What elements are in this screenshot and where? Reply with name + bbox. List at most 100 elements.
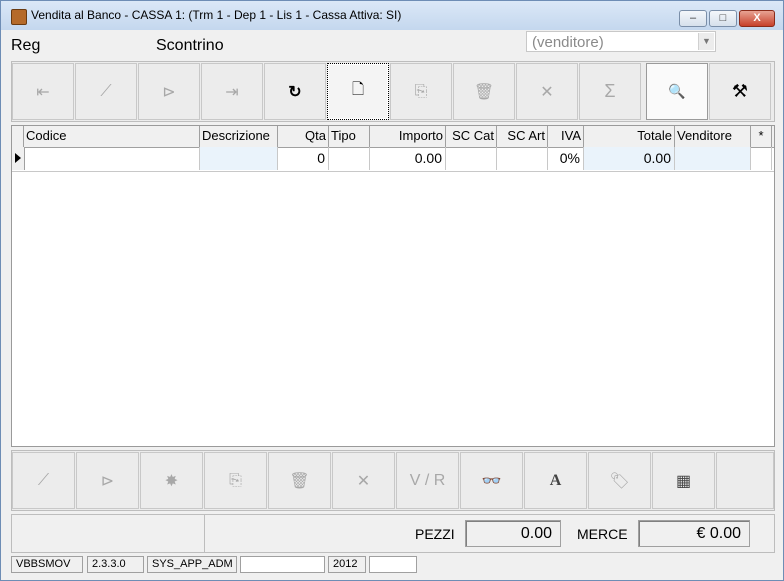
first-icon: ⇤ [36,83,50,101]
col-header-importo[interactable]: Importo [370,126,446,147]
reg-label: Reg [11,37,41,54]
trash-icon: 🗑 [289,472,310,490]
sales-grid[interactable]: Codice Descrizione Qta Tipo Importo SC C… [11,125,775,447]
scontrino-label: Scontrino [156,37,224,54]
copy-document-button[interactable]: ⎘ [390,63,452,120]
col-header-iva[interactable]: IVA [548,126,584,147]
font-icon: A [549,471,562,489]
trash-icon: 🗑 [473,83,495,101]
col-header-codice[interactable]: Codice [24,126,200,147]
cancel-button[interactable]: ✕ [516,63,578,120]
status-blank-2 [369,556,417,573]
status-version: 2.3.3.0 [87,556,144,573]
cell-venditore[interactable] [675,147,751,170]
prev-icon: ⟋ [37,471,50,489]
last-icon: ⇥ [225,83,239,101]
tools-icon: ⚒ [731,81,749,101]
venditore-select-value: (venditore) [532,34,604,51]
new-document-button[interactable]: 🗋 [327,63,389,120]
cancel-icon: ✕ [540,83,554,101]
cancel-row-button[interactable]: ✕ [332,452,395,509]
cell-tipo[interactable] [329,147,370,170]
chevron-down-icon[interactable]: ▼ [698,33,714,50]
refresh-button[interactable]: ↻ [264,63,326,120]
next-icon: ⊳ [162,83,176,101]
cell-importo[interactable]: 0.00 [370,147,446,170]
client-area: Reg Scontrino (venditore) ▼ ⇤ ⟋ ⊳ ⇥ ↻ 🗋 … [9,30,775,575]
col-header-totale[interactable]: Totale [584,126,675,147]
cancel-icon: ✕ [356,472,371,490]
split-icon: ✸ [164,472,179,490]
last-record-button[interactable]: ⇥ [201,63,263,120]
totals-bar: PEZZI 0.00 MERCE € 0.00 [11,514,775,553]
merce-label: MERCE [577,526,628,542]
col-header-venditore[interactable]: Venditore [675,126,751,147]
delete-row-button[interactable]: 🗑 [268,452,331,509]
vr-button[interactable]: V / R [396,452,459,509]
binoculars-icon: 👓 [481,472,502,490]
venditore-select[interactable]: (venditore) ▼ [526,31,716,52]
minimize-button[interactable]: – [679,10,707,27]
status-blank-1 [240,556,325,573]
col-header-sc-art[interactable]: SC Art [497,126,548,147]
tools-button[interactable]: ⚒ [709,63,771,120]
cell-descrizione[interactable] [200,147,278,170]
blank-button[interactable] [716,452,774,509]
pezzi-value: 0.00 [465,520,561,547]
row-prev-button[interactable]: ⟋ [12,452,75,509]
calculator-icon: ▦ [675,472,692,490]
col-header-qta[interactable]: Qta [278,126,329,147]
delete-button[interactable]: 🗑 [453,63,515,120]
cell-codice[interactable] [24,147,200,170]
calculator-button[interactable]: ▦ [652,452,715,509]
cell-iva[interactable]: 0% [548,147,584,170]
first-record-button[interactable]: ⇤ [12,63,74,120]
main-toolbar: ⇤ ⟋ ⊳ ⇥ ↻ 🗋 ⎘ 🗑 ✕ Σ 🔍 ⚒ [11,61,775,122]
status-module: VBBSMOV [11,556,83,573]
next-record-button[interactable]: ⊳ [138,63,200,120]
app-icon [11,9,27,25]
cell-sc-art[interactable] [497,147,548,170]
grid-header-corner [12,126,24,147]
merce-value: € 0.00 [638,520,750,547]
status-user: SYS_APP_ADM [147,556,237,573]
new-document-icon: 🗋 [351,81,365,98]
sum-button[interactable]: Σ [579,63,641,120]
cell-star[interactable] [751,147,772,170]
tag-button[interactable]: 🏷 [588,452,651,509]
status-year: 2012 [328,556,366,573]
next-icon: ⊳ [100,472,115,490]
app-window: Vendita al Banco - CASSA 1: (Trm 1 - Dep… [0,0,784,581]
preview-button[interactable]: 🔍 [646,63,708,120]
window-title: Vendita al Banco - CASSA 1: (Trm 1 - Dep… [31,8,402,22]
split-row-button[interactable]: ✸ [140,452,203,509]
copy-icon: ⎘ [414,82,428,100]
font-button[interactable]: A [524,452,587,509]
col-header-descrizione[interactable]: Descrizione [200,126,278,147]
refresh-icon: ↻ [288,83,302,101]
tag-icon: 🏷 [609,472,630,490]
table-row[interactable]: 0 0.00 0% 0.00 [12,147,774,172]
sigma-icon: Σ [604,81,616,101]
col-header-sc-cat[interactable]: SC Cat [446,126,497,147]
row-next-button[interactable]: ⊳ [76,452,139,509]
col-header-tipo[interactable]: Tipo [329,126,370,147]
vr-label: V / R [409,471,446,489]
maximize-button[interactable]: □ [709,10,737,27]
copy-row-button[interactable]: ⎘ [204,452,267,509]
copy-icon: ⎘ [229,471,242,489]
cell-totale[interactable]: 0.00 [584,147,675,170]
totals-left-panel [12,515,205,552]
prev-icon: ⟋ [100,82,112,100]
close-button[interactable]: X [739,10,775,27]
magnifier-document-icon: 🔍 [668,83,686,99]
col-header-star[interactable]: * [751,126,772,147]
cell-qta[interactable]: 0 [278,147,329,170]
search-button[interactable]: 👓 [460,452,523,509]
grid-header: Codice Descrizione Qta Tipo Importo SC C… [12,126,774,148]
pezzi-label: PEZZI [415,526,455,542]
status-bar: VBBSMOV 2.3.3.0 SYS_APP_ADM 2012 [9,556,775,574]
cell-sc-cat[interactable] [446,147,497,170]
prev-record-button[interactable]: ⟋ [75,63,137,120]
title-bar: Vendita al Banco - CASSA 1: (Trm 1 - Dep… [1,1,783,30]
